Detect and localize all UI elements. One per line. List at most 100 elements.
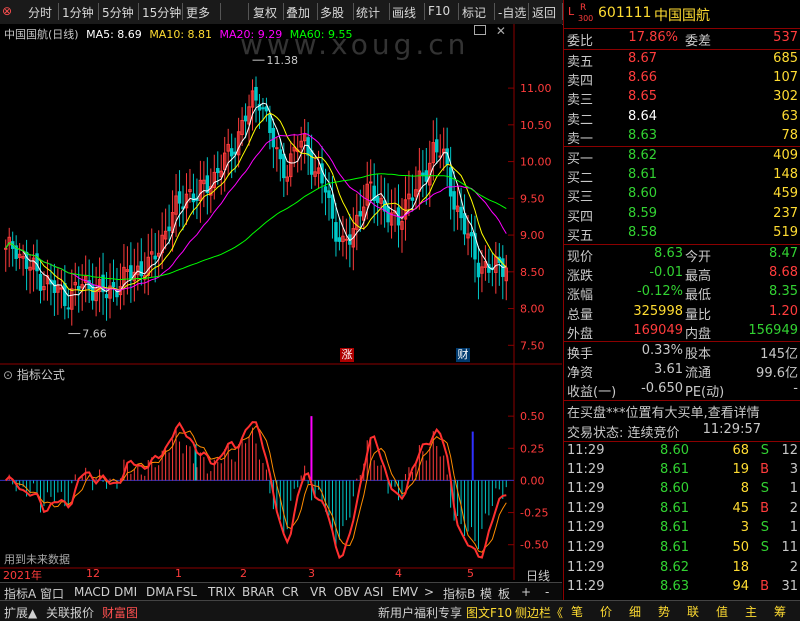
tick-price: 8.62 (660, 559, 689, 575)
price-tick-label: 10.50 (520, 119, 552, 132)
tick-volume: 18 (732, 559, 749, 575)
toolbar-item-1[interactable]: 1分钟 (62, 4, 94, 21)
tab-2[interactable]: MACD (74, 585, 110, 599)
x-label-5: 5 (467, 567, 474, 580)
sidebar-toggle[interactable]: 侧边栏《 (515, 604, 563, 621)
ind-tick-label: 0.25 (520, 442, 545, 455)
close-icon[interactable]: ✕ (496, 24, 506, 38)
notice-row: 在买盘***位置有大买单,查看详情 (564, 400, 800, 421)
toolbar-item-6[interactable]: 叠加 (286, 4, 310, 21)
tab-10[interactable]: OBV (334, 585, 360, 599)
badge-num: 300 (578, 14, 594, 23)
tick-row: 11:29 8.60 8 S 1 (564, 480, 800, 498)
restore-icon[interactable] (474, 25, 486, 35)
wealth-chart-button[interactable]: 财富图 (102, 604, 138, 621)
quote-label: 涨跌 (567, 268, 594, 284)
tick-time: 11:29 (567, 500, 605, 516)
f10-link[interactable]: 图文F10 (466, 604, 512, 621)
tick-row: 11:29 8.61 3 S 1 (564, 519, 800, 537)
candle-body (375, 196, 380, 203)
toolbar-item-5[interactable]: 复权 (253, 4, 277, 21)
fund-value: 145亿 (760, 347, 798, 362)
quote-row-0: 现价 8.63 今开 8.47 (564, 244, 800, 265)
toolbar-item-13[interactable]: 返回 (532, 4, 556, 21)
tab-11[interactable]: ASI (364, 585, 383, 599)
weibi-label: 委比 (567, 34, 594, 49)
tab-8[interactable]: CR (282, 585, 299, 599)
toolbar-item-0[interactable]: 分时 (28, 4, 52, 21)
collapse-icon[interactable]: ⊙ (3, 368, 13, 382)
weibi-row: 委比 17.86% 委差 537 (564, 28, 800, 49)
sell-label: 卖一 (567, 132, 594, 148)
panel-tab-7[interactable]: 筹 (774, 603, 786, 620)
panel-tab-6[interactable]: 主 (745, 603, 757, 620)
tag-cai[interactable]: 财 (456, 348, 470, 362)
panel-tab-4[interactable]: 联 (687, 603, 699, 620)
tick-row: 11:29 8.62 18 2 (564, 559, 800, 577)
tab-18[interactable]: - (545, 585, 549, 599)
tab-4[interactable]: DMA (146, 585, 174, 599)
sell-row-5: 卖五 8.67 685 (564, 49, 800, 70)
toolbar-item-7[interactable]: 多股 (320, 4, 344, 21)
quote-row-4: 外盘 169049 内盘 156949 (564, 322, 800, 342)
toolbar-separator (248, 3, 249, 20)
candle-body (469, 232, 474, 237)
tab-9[interactable]: VR (310, 585, 327, 599)
toolbar-item-2[interactable]: 5分钟 (102, 4, 134, 21)
buy-label: 买一 (567, 152, 594, 167)
big-order-notice[interactable]: 在买盘***位置有大买单,查看详情 (567, 402, 760, 421)
indicator-header[interactable]: ⊙ 指标公式 (3, 366, 65, 383)
toolbar-item-12[interactable]: -自选 (498, 4, 526, 21)
toolbar-item-11[interactable]: 标记 (462, 4, 486, 21)
panel-tab-1[interactable]: 价 (600, 603, 612, 620)
tab-3[interactable]: DMI (114, 585, 137, 599)
toolbar-item-8[interactable]: 统计 (356, 4, 380, 21)
tab-7[interactable]: BRAR (242, 585, 275, 599)
tab-5[interactable]: FSL (176, 585, 197, 599)
expand-button[interactable]: 扩展▲ (4, 604, 37, 621)
candle-body (261, 107, 265, 110)
sell-volume: 63 (781, 108, 798, 124)
toolbar-item-9[interactable]: 画线 (392, 4, 416, 21)
toolbar-item-10[interactable]: F10 (428, 4, 450, 18)
panel-tab-0[interactable]: 笔 (571, 603, 583, 620)
panel-tab-5[interactable]: 值 (716, 603, 728, 620)
toolbar-item-3[interactable]: 15分钟 (142, 4, 181, 21)
tick-price: 8.60 (660, 443, 689, 458)
candle-body (77, 286, 81, 290)
price-tick-label: 11.00 (520, 82, 552, 95)
tab-6[interactable]: TRIX (208, 585, 235, 599)
buy-volume: 237 (773, 205, 798, 221)
price-tick-label: 9.50 (520, 192, 545, 205)
panel-tab-2[interactable]: 细 (629, 603, 641, 620)
indicator-title: 指标公式 (16, 368, 65, 382)
promo-link[interactable]: 新用户福利专享 (378, 604, 462, 621)
tick-row: 11:29 8.61 45 B 2 (564, 500, 800, 518)
tick-price: 8.61 (660, 461, 689, 477)
tick-volume: 50 (732, 540, 749, 555)
tick-row: 11:29 8.61 50 S 11 (564, 539, 800, 557)
buy-price: 8.59 (628, 205, 657, 221)
buy-label: 买三 (567, 190, 594, 206)
candle-body (282, 153, 286, 179)
chart-svg[interactable]: 11.387.66 11.0010.5010.009.509.008.508.0… (0, 24, 562, 580)
menu-icon[interactable]: ⊗ (2, 4, 12, 18)
tick-volume: 8 (740, 481, 749, 497)
tag-zhang[interactable]: 涨 (340, 348, 354, 362)
tab-17[interactable]: + (521, 585, 531, 599)
candle-body (63, 283, 67, 307)
panel-tab-3[interactable]: 势 (658, 603, 670, 620)
kline-chart[interactable]: 11.38 7.66 11.00 10.50 10.00 9.50 9.00 8.50 8.0… (0, 24, 562, 580)
tick-volume: 94 (732, 579, 749, 595)
tab-13[interactable]: > (424, 585, 434, 599)
stock-code: 601111 (598, 5, 652, 21)
tab-12[interactable]: EMV (392, 585, 418, 599)
tick-time: 11:29 (567, 481, 605, 497)
tick-count: 12 (781, 443, 798, 458)
toolbar-item-4[interactable]: 更多 (186, 4, 210, 21)
related-quote-button[interactable]: 关联报价 (46, 604, 94, 621)
tick-price: 8.63 (660, 579, 689, 595)
quote-label: 最低 (685, 288, 712, 304)
panel-tabs: 笔价细势联值主筹 (563, 601, 800, 619)
ind-tick-label: 0.50 (520, 410, 545, 423)
